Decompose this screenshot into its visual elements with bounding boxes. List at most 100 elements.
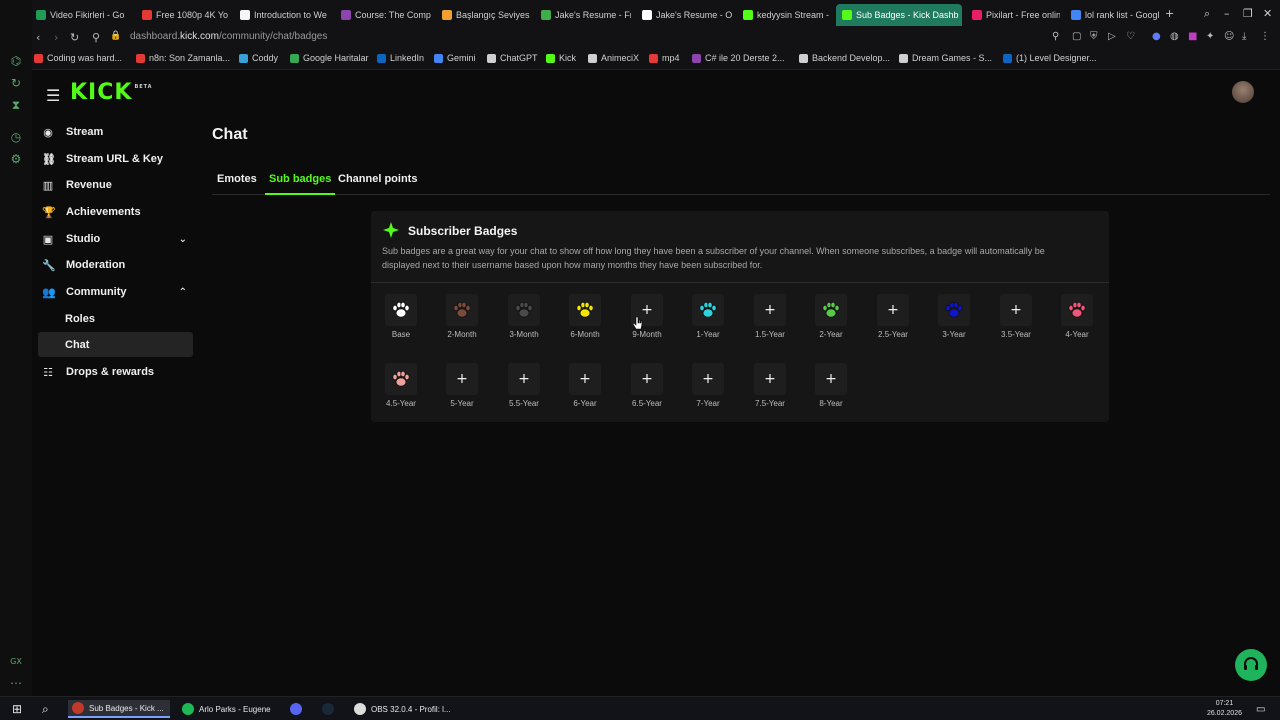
menu-icon[interactable]: ⋮ xyxy=(1260,31,1270,42)
history-icon[interactable]: ◷ xyxy=(9,130,23,144)
badge-slot[interactable]: +1.5-Year xyxy=(750,294,790,339)
badge-slot[interactable]: 2-Year xyxy=(811,294,851,339)
bookmark-item[interactable]: (1) Level Designer... xyxy=(1003,53,1097,63)
settings-icon[interactable]: ⚙ xyxy=(9,152,23,166)
reload-icon[interactable]: ↻ xyxy=(70,31,79,44)
badge-image[interactable] xyxy=(1061,294,1093,326)
add-badge-button[interactable]: + xyxy=(754,363,786,395)
sidebar-item-moderation[interactable]: 🔧 Moderation xyxy=(38,252,193,278)
browser-tab[interactable]: lol rank list - Googl xyxy=(1065,4,1161,26)
badge-slot[interactable]: +6-Year xyxy=(565,363,605,408)
tab-sub-badges[interactable]: Sub badges xyxy=(265,173,336,195)
support-chat-button[interactable] xyxy=(1235,649,1267,681)
sidebar-subitem-roles[interactable]: Roles xyxy=(38,306,193,331)
browser-tab[interactable]: Jake's Resume - Fr xyxy=(535,4,631,26)
badge-slot[interactable]: 2-Month xyxy=(442,294,482,339)
badge-slot[interactable]: +7-Year xyxy=(688,363,728,408)
heart-icon[interactable]: ♡ xyxy=(1126,31,1135,42)
extension-icon[interactable]: ◍ xyxy=(1170,31,1179,42)
sidebar-item-stream[interactable]: ◉ Stream xyxy=(38,119,193,145)
sidebar-item-revenue[interactable]: ▥ Revenue xyxy=(38,172,193,198)
controller-icon[interactable]: ⌬ xyxy=(9,54,23,68)
hamburger-menu-icon[interactable]: ☰ xyxy=(46,86,60,105)
add-badge-button[interactable]: + xyxy=(754,294,786,326)
screenshot-icon[interactable]: ▢ xyxy=(1072,31,1081,42)
bookmark-item[interactable]: Dream Games - S... xyxy=(899,53,992,63)
badge-image[interactable] xyxy=(508,294,540,326)
chevron-up-icon[interactable]: ⌃ xyxy=(179,287,187,298)
tab-emotes[interactable]: Emotes xyxy=(217,173,257,195)
bookmark-item[interactable]: Backend Develop... xyxy=(799,53,890,63)
taskbar-app[interactable]: OBS 32.0.4 - Profil: l... xyxy=(350,700,455,718)
extension-icon[interactable]: ■ xyxy=(1188,31,1197,42)
sidebar-item-studio[interactable]: ▣ Studio ⌄ xyxy=(38,226,193,252)
bookmark-item[interactable]: Google Haritalar xyxy=(290,53,369,63)
add-badge-button[interactable]: + xyxy=(508,363,540,395)
badge-slot[interactable]: Base xyxy=(381,294,421,339)
badge-slot[interactable]: 3-Year xyxy=(934,294,974,339)
add-badge-button[interactable]: + xyxy=(631,363,663,395)
system-clock[interactable]: 07:21 26.02.2026 xyxy=(1207,699,1242,719)
badge-slot[interactable]: +3.5-Year xyxy=(996,294,1036,339)
taskbar-app[interactable] xyxy=(318,700,338,718)
badge-slot[interactable]: 1-Year xyxy=(688,294,728,339)
browser-tab[interactable]: Video Fikirleri - Go xyxy=(30,4,130,26)
bookmark-item[interactable]: mp4 xyxy=(649,53,680,63)
badge-slot[interactable]: +5.5-Year xyxy=(504,363,544,408)
bookmark-item[interactable]: AnimeciX xyxy=(588,53,639,63)
tab-channel-points[interactable]: Channel points xyxy=(338,173,417,195)
new-tab-icon[interactable]: + xyxy=(1165,7,1174,20)
more-icon[interactable]: ⋯ xyxy=(9,676,23,690)
pin-icon[interactable]: ⚲ xyxy=(1052,31,1059,42)
browser-tab[interactable]: Sub Badges - Kick Dashb xyxy=(836,4,962,26)
browser-tab[interactable]: Free 1080p 4K You xyxy=(136,4,228,26)
badge-slot[interactable]: +2.5-Year xyxy=(873,294,913,339)
back-icon[interactable]: ‹ xyxy=(36,31,40,44)
badge-image[interactable] xyxy=(385,363,417,395)
forward-icon[interactable]: › xyxy=(54,31,58,44)
taskbar-app[interactable] xyxy=(286,700,306,718)
bookmark-item[interactable]: n8n: Son Zamanla... xyxy=(136,53,230,63)
windows-start-icon[interactable]: ⊞ xyxy=(8,700,26,718)
bookmark-item[interactable]: Kick xyxy=(546,53,576,63)
badge-image[interactable] xyxy=(692,294,724,326)
sidebar-item-community[interactable]: 👥 Community ⌃ xyxy=(38,279,193,305)
bookmark-item[interactable]: Coddy xyxy=(239,53,278,63)
badge-slot[interactable]: 3-Month xyxy=(504,294,544,339)
add-badge-button[interactable]: + xyxy=(692,363,724,395)
add-badge-button[interactable]: + xyxy=(815,363,847,395)
add-badge-button[interactable]: + xyxy=(446,363,478,395)
gx-icon[interactable]: ⧗ xyxy=(9,98,23,112)
extension-icon[interactable]: ● xyxy=(1152,31,1161,42)
taskbar-app[interactable]: Sub Badges - Kick ... xyxy=(68,700,170,718)
add-badge-button[interactable]: + xyxy=(569,363,601,395)
refresh-icon[interactable]: ↻ xyxy=(9,76,23,90)
gx-corner-icon[interactable]: GX xyxy=(9,655,23,669)
minimize-icon[interactable]: – xyxy=(1224,7,1230,20)
sidebar-subitem-chat[interactable]: Chat xyxy=(38,332,193,357)
browser-tab[interactable]: Introduction to We xyxy=(234,4,330,26)
browser-tab[interactable]: Course: The Comp xyxy=(335,4,431,26)
bookmark-item[interactable]: Gemini xyxy=(434,53,476,63)
kick-logo[interactable]: KICK BETA xyxy=(70,80,153,105)
avatar[interactable] xyxy=(1232,81,1254,103)
badge-image[interactable] xyxy=(569,294,601,326)
url-text[interactable]: dashboard.kick.com/community/chat/badges xyxy=(130,31,327,42)
sidebar-item-stream-url-key[interactable]: ⛓ Stream URL & Key xyxy=(38,146,193,172)
bookmark-item[interactable]: ChatGPT xyxy=(487,53,538,63)
badge-image[interactable] xyxy=(815,294,847,326)
profile-icon[interactable]: ☺ xyxy=(1224,31,1234,42)
browser-tab[interactable]: Jake's Resume - O xyxy=(636,4,732,26)
play-icon[interactable]: ▷ xyxy=(1108,31,1116,42)
add-badge-button[interactable]: + xyxy=(877,294,909,326)
badge-slot[interactable]: 6-Month xyxy=(565,294,605,339)
site-settings-icon[interactable]: ⚲ xyxy=(92,31,100,44)
badge-image[interactable] xyxy=(385,294,417,326)
chevron-down-icon[interactable]: ⌄ xyxy=(179,234,187,245)
browser-tab[interactable]: Pixilart - Free onlin xyxy=(966,4,1060,26)
maximize-icon[interactable]: ❐ xyxy=(1243,7,1253,20)
bookmark-item[interactable]: LinkedIn xyxy=(377,53,424,63)
badge-slot[interactable]: 4-Year xyxy=(1057,294,1097,339)
badge-slot[interactable]: +8-Year xyxy=(811,363,851,408)
browser-tab[interactable]: Başlangıç Seviyesi xyxy=(436,4,530,26)
